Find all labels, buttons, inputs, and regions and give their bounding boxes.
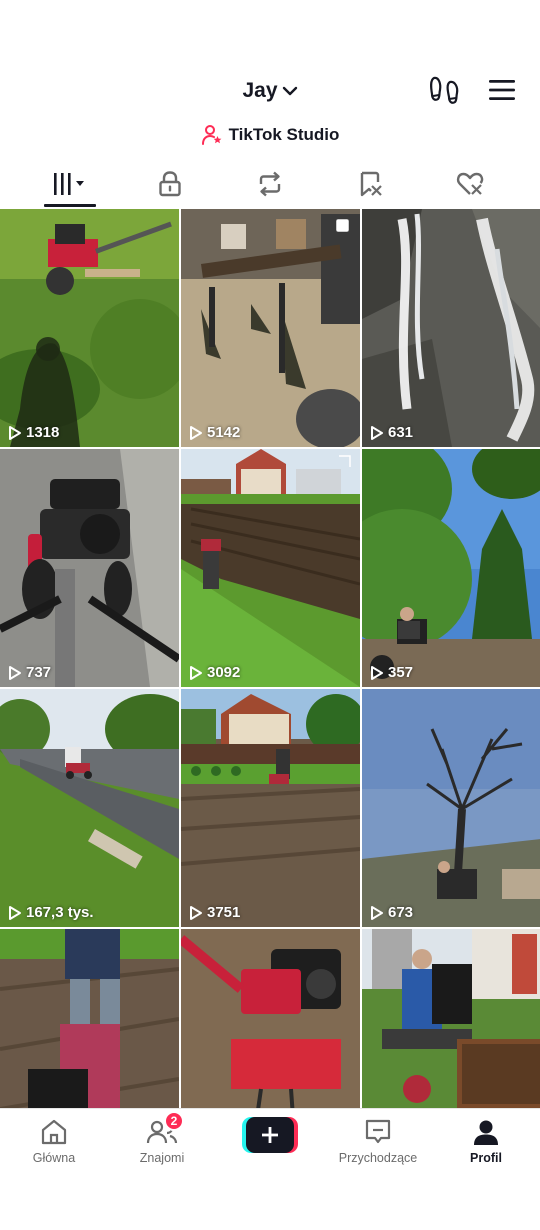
view-count: 167,3 tys. <box>26 904 94 921</box>
nav-friends[interactable]: 2 Znajomi <box>108 1109 216 1181</box>
create-plus-icon <box>242 1117 298 1153</box>
profile-tabs <box>0 160 540 208</box>
profile-icon <box>474 1120 498 1145</box>
video-image <box>0 449 179 687</box>
view-count: 1318 <box>26 424 60 441</box>
nav-inbox[interactable]: Przychodzące <box>324 1109 432 1181</box>
play-icon <box>190 425 202 440</box>
friends-badge: 2 <box>164 1111 184 1131</box>
repost-icon <box>259 171 281 197</box>
heart-icon <box>456 172 484 195</box>
tab-videos[interactable] <box>16 160 124 208</box>
tab-favorites[interactable] <box>316 160 424 208</box>
nav-profile-label: Profil <box>470 1151 502 1165</box>
view-count: 357 <box>388 664 414 681</box>
view-count: 3092 <box>207 664 241 681</box>
username: Jay <box>242 79 278 102</box>
video-image <box>181 689 360 927</box>
nav-home[interactable]: Główna <box>0 1109 108 1181</box>
tab-reposts[interactable] <box>216 160 324 208</box>
video-image <box>0 929 179 1109</box>
video-thumbnail[interactable]: 631 <box>362 209 540 447</box>
video-image <box>181 929 360 1109</box>
video-image <box>362 929 540 1109</box>
inbox-icon <box>365 1119 391 1144</box>
play-icon <box>371 665 383 680</box>
play-icon <box>371 425 383 440</box>
view-count: 673 <box>388 904 414 921</box>
studio-person-icon <box>201 125 221 145</box>
video-image <box>181 209 360 447</box>
play-icon <box>9 425 21 440</box>
video-thumbnail[interactable]: 3751 <box>181 689 360 927</box>
tab-private[interactable] <box>116 160 224 208</box>
video-thumbnail[interactable]: 673 <box>362 689 540 927</box>
bookmark-icon <box>360 171 382 197</box>
active-tab-indicator <box>44 204 96 207</box>
play-icon <box>371 905 383 920</box>
footprints-icon[interactable] <box>428 74 462 106</box>
video-thumbnail[interactable] <box>362 929 540 1109</box>
video-thumbnail[interactable]: 1318 <box>0 209 179 447</box>
nav-home-label: Główna <box>32 1151 76 1165</box>
tiktok-studio-link[interactable]: TikTok Studio <box>0 122 540 148</box>
home-icon <box>41 1119 67 1145</box>
nav-profile[interactable]: Profil <box>432 1109 540 1181</box>
video-image <box>362 449 540 687</box>
video-image <box>362 209 540 447</box>
play-icon <box>190 905 202 920</box>
view-count: 631 <box>388 424 414 441</box>
nav-inbox-label: Przychodzące <box>338 1151 418 1165</box>
video-thumbnail[interactable] <box>0 929 179 1109</box>
video-thumbnail[interactable] <box>181 929 360 1109</box>
video-image <box>0 689 179 927</box>
play-icon <box>9 665 21 680</box>
nav-friends-label: Znajomi <box>139 1151 185 1165</box>
video-thumbnail[interactable]: 357 <box>362 449 540 687</box>
nav-create[interactable] <box>216 1109 324 1181</box>
video-image <box>181 449 360 687</box>
play-icon <box>190 665 202 680</box>
video-image <box>362 689 540 927</box>
view-count: 737 <box>26 664 52 681</box>
play-icon <box>9 905 21 920</box>
view-count: 3751 <box>207 904 241 921</box>
profile-header: Jay TikTok Studio <box>0 0 540 160</box>
video-image <box>0 209 179 447</box>
video-grid: 1318 5142 631 737 3092 357 167,3 tys. 37… <box>0 209 540 1109</box>
video-thumbnail[interactable]: 3092 <box>181 449 360 687</box>
video-thumbnail[interactable]: 167,3 tys. <box>0 689 179 927</box>
lock-icon <box>159 171 181 197</box>
multi-photo-icon <box>339 455 351 467</box>
video-thumbnail[interactable]: 737 <box>0 449 179 687</box>
multi-photo-icon <box>335 218 350 233</box>
grid-bars-icon <box>54 173 84 195</box>
bottom-navigation: Główna 2 Znajomi Przychodzące Profil <box>0 1108 540 1180</box>
tab-liked[interactable] <box>416 160 524 208</box>
video-thumbnail[interactable]: 5142 <box>181 209 360 447</box>
chevron-down-icon <box>282 86 297 96</box>
studio-label: TikTok Studio <box>228 125 340 144</box>
view-count: 5142 <box>207 424 241 441</box>
menu-icon[interactable] <box>486 76 518 104</box>
